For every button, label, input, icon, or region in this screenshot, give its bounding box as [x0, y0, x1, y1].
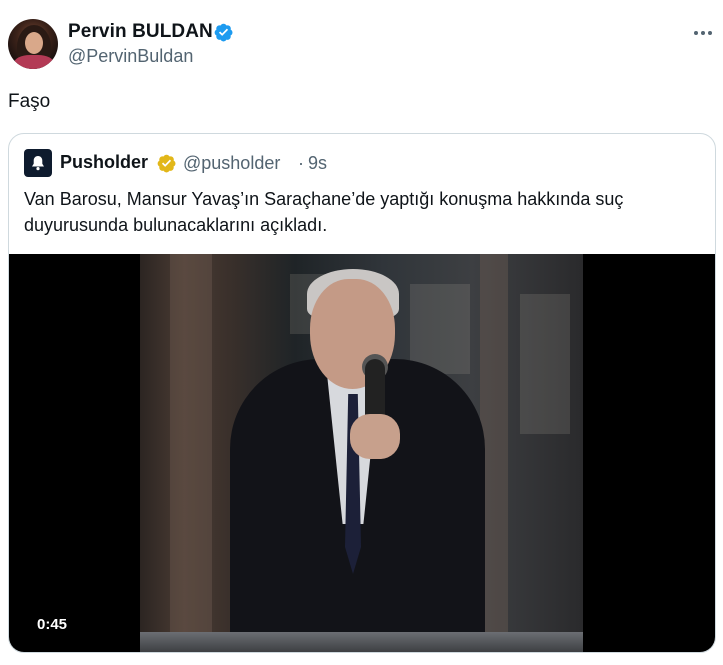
tweet: Pervin BULDAN @PervinBuldan Faşo Pushold… [0, 0, 723, 665]
quote-author-handle[interactable]: @pusholder [183, 153, 280, 174]
quoted-tweet-card[interactable]: Pusholder @pusholder · 9s Van Barosu, Ma… [8, 133, 716, 653]
quote-timestamp[interactable]: 9s [308, 153, 327, 174]
bell-logo-icon [32, 156, 44, 171]
quote-author-avatar[interactable] [24, 149, 52, 177]
tweet-text: Faşo [8, 91, 51, 112]
author-name[interactable]: Pervin BULDAN [68, 21, 213, 43]
author-avatar[interactable] [8, 19, 58, 69]
video-thumbnail [140, 254, 583, 652]
author-handle[interactable]: @PervinBuldan [68, 46, 193, 67]
more-options-button[interactable] [690, 20, 716, 46]
quote-text: Van Barosu, Mansur Yavaş’ın Saraçhane’de… [24, 189, 624, 235]
quote-author-name[interactable]: Pusholder [60, 152, 148, 173]
verified-gold-badge-icon [157, 154, 176, 173]
video-player[interactable] [9, 254, 715, 652]
separator-dot: · [298, 153, 304, 173]
more-horizontal-icon [694, 31, 698, 35]
verified-badge-icon [214, 23, 233, 42]
video-duration: 0:45 [37, 616, 68, 633]
